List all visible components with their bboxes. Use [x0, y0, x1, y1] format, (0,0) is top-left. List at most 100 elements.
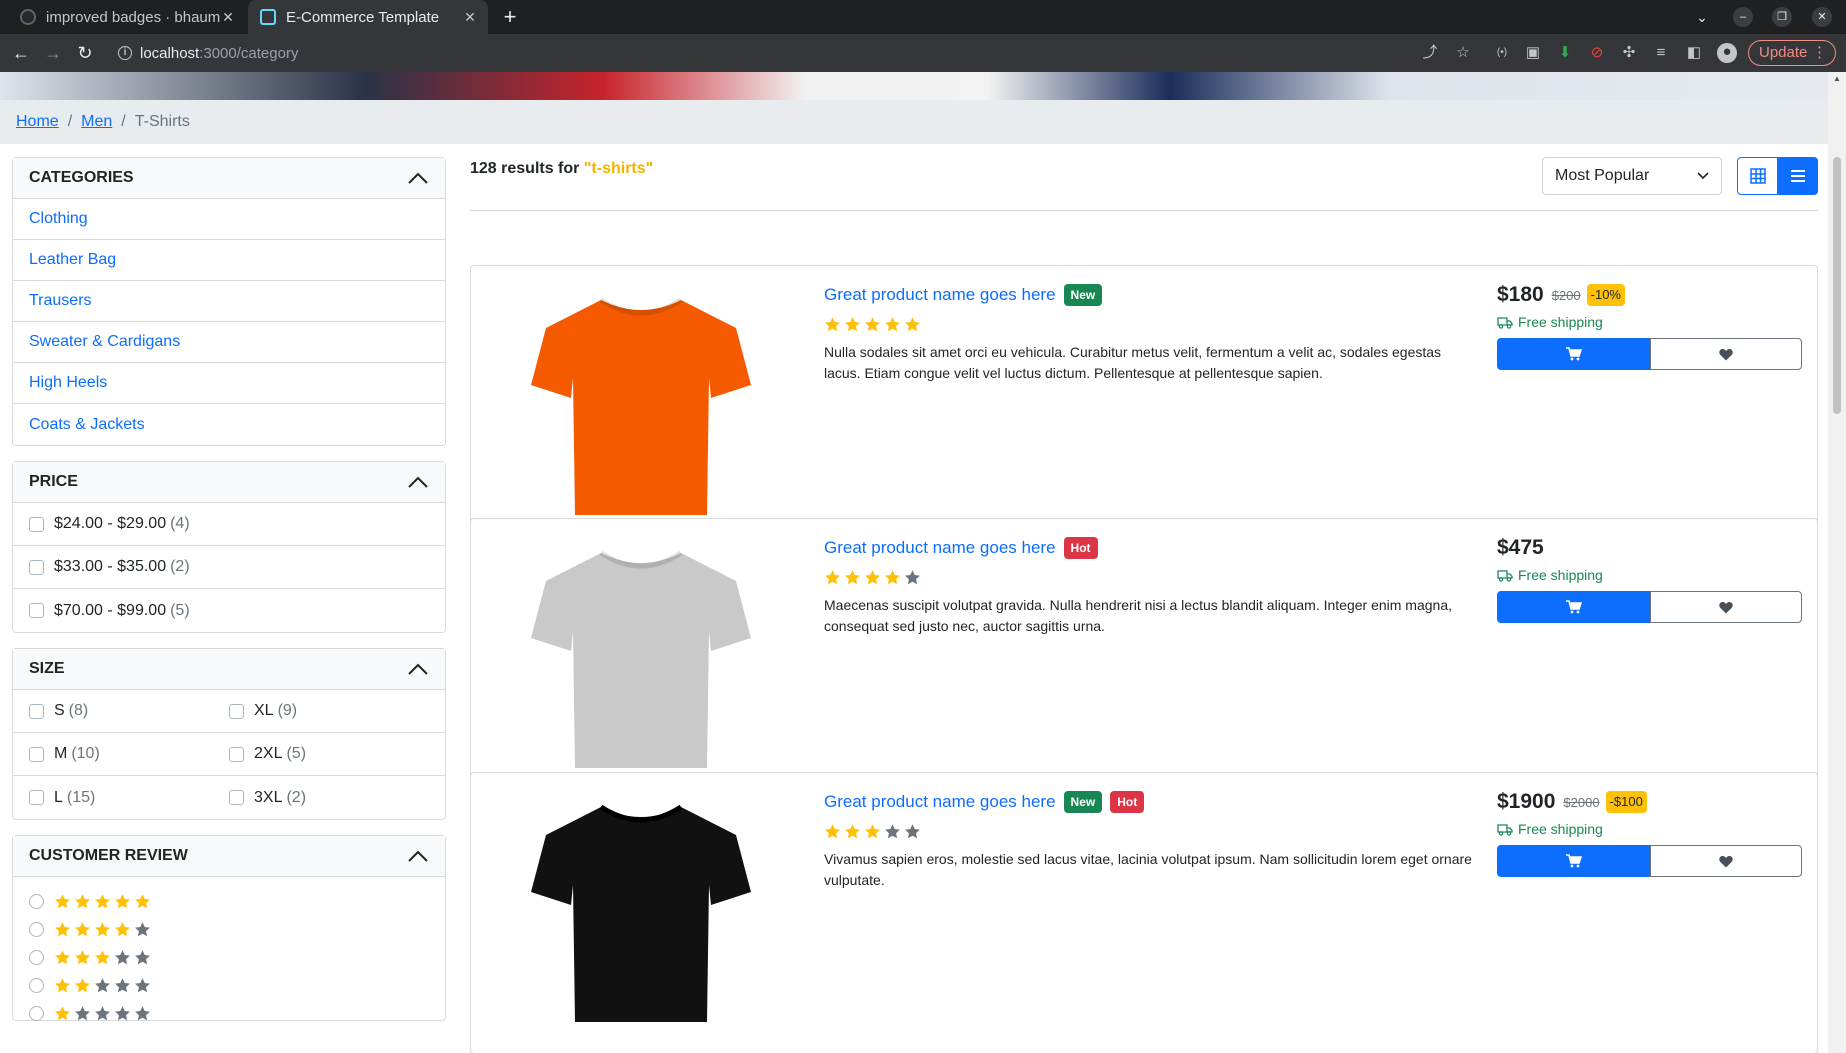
window-close-icon[interactable]: ✕	[1812, 7, 1832, 27]
scrollbar-thumb[interactable]	[1833, 157, 1841, 414]
wishlist-button[interactable]	[1650, 591, 1802, 623]
price-option[interactable]: $70.00 - $99.00 (5)	[13, 589, 445, 632]
product-image[interactable]	[531, 290, 751, 520]
size-row: L (15) 3XL (2)	[13, 776, 445, 819]
price-option[interactable]: $24.00 - $29.00 (4)	[13, 503, 445, 546]
size-checkbox[interactable]	[229, 790, 244, 805]
chevron-up-icon[interactable]	[407, 475, 429, 489]
star-filled-icon	[75, 921, 90, 936]
size-option[interactable]: 3XL (2)	[229, 789, 429, 807]
cart-icon	[1566, 347, 1582, 361]
review-radio[interactable]	[29, 893, 44, 909]
tab-search-icon[interactable]: ⌄	[1692, 7, 1712, 27]
review-option[interactable]	[13, 943, 445, 971]
price-checkbox[interactable]	[29, 603, 44, 618]
grid-view-button[interactable]	[1737, 157, 1778, 195]
review-radio[interactable]	[29, 977, 44, 993]
restore-icon[interactable]: ❐	[1772, 7, 1792, 27]
back-icon[interactable]: ←	[10, 42, 32, 64]
browser-tab-github[interactable]: improved badges · bhaum ✕	[8, 0, 246, 34]
chevron-up-icon[interactable]	[407, 662, 429, 676]
category-link[interactable]: Leather Bag	[13, 240, 445, 281]
size-option[interactable]: M (10)	[29, 745, 229, 763]
scrollbar[interactable]: ▲	[1828, 72, 1846, 1053]
adblock-icon[interactable]: ⊘	[1588, 44, 1606, 62]
url-text: localhost:3000/category	[140, 44, 299, 62]
new-badge: New	[1063, 791, 1103, 813]
old-price: $200	[1551, 287, 1581, 303]
size-checkbox[interactable]	[29, 790, 44, 805]
review-radio[interactable]	[29, 1005, 44, 1021]
categories-header[interactable]: CATEGORIES	[13, 158, 445, 199]
star-filled-icon	[135, 893, 150, 908]
breadcrumb-home[interactable]: Home	[16, 113, 59, 131]
star-filled-icon	[825, 316, 840, 331]
product-image[interactable]	[531, 797, 751, 1027]
product-name-link[interactable]: Great product name goes here	[824, 538, 1056, 558]
size-checkbox[interactable]	[229, 746, 244, 762]
bookmark-star-icon[interactable]: ☆	[1454, 44, 1472, 62]
category-link[interactable]: Clothing	[13, 199, 445, 240]
category-link[interactable]: Coats & Jackets	[13, 404, 445, 445]
review-option[interactable]	[13, 887, 445, 915]
size-checkbox[interactable]	[29, 746, 44, 762]
download-extension-icon[interactable]: ⬇	[1556, 44, 1574, 62]
close-tab-icon[interactable]: ✕	[220, 9, 236, 25]
category-link[interactable]: Sweater & Cardigans	[13, 322, 445, 363]
close-tab-icon[interactable]: ✕	[462, 9, 478, 25]
extension-icon[interactable]: ▣	[1524, 44, 1542, 62]
puzzle-icon[interactable]: ✣	[1620, 44, 1638, 62]
size-option[interactable]: L (15)	[29, 789, 229, 807]
review-option[interactable]	[13, 971, 445, 999]
heart-icon	[1719, 601, 1733, 613]
reload-icon[interactable]: ↻	[74, 42, 96, 64]
url-field[interactable]: i localhost:3000/category	[110, 39, 1400, 67]
review-radio[interactable]	[29, 921, 44, 937]
review-radio[interactable]	[29, 949, 44, 965]
star-filled-icon	[865, 569, 880, 584]
category-link[interactable]: Trausers	[13, 281, 445, 322]
price-checkbox[interactable]	[29, 559, 44, 575]
price-header[interactable]: PRICE	[13, 462, 445, 503]
product-name-link[interactable]: Great product name goes here	[824, 792, 1056, 812]
chevron-up-icon[interactable]	[407, 849, 429, 863]
add-to-cart-button[interactable]	[1497, 845, 1651, 877]
product-name-link[interactable]: Great product name goes here	[824, 285, 1056, 305]
update-button[interactable]: Update ⋮	[1748, 40, 1836, 66]
size-option[interactable]: XL (9)	[229, 702, 429, 720]
product-image[interactable]	[531, 543, 751, 773]
discount-badge: -$100	[1605, 791, 1647, 813]
review-option[interactable]	[13, 915, 445, 943]
side-panel-icon[interactable]: ◧	[1685, 44, 1703, 62]
list-view-button[interactable]	[1777, 157, 1818, 195]
chevron-up-icon[interactable]	[407, 171, 429, 185]
extension-icon[interactable]: (•)	[1493, 44, 1511, 62]
reading-list-icon[interactable]: ≡	[1652, 44, 1670, 62]
browser-tab-ecommerce[interactable]: E-Commerce Template ✕	[248, 0, 488, 34]
site-info-icon[interactable]: i	[118, 46, 132, 60]
review-filter-card: CUSTOMER REVIEW	[12, 835, 446, 1021]
scroll-up-icon[interactable]: ▲	[1833, 74, 1841, 83]
size-checkbox[interactable]	[229, 703, 244, 719]
breadcrumb-men[interactable]: Men	[81, 113, 112, 131]
add-to-cart-button[interactable]	[1497, 338, 1651, 370]
share-icon[interactable]: ⤴	[1421, 44, 1439, 62]
wishlist-button[interactable]	[1650, 338, 1802, 370]
heart-icon	[1719, 855, 1733, 867]
category-link[interactable]: High Heels	[13, 363, 445, 404]
sort-select[interactable]: Most Popular	[1542, 157, 1722, 195]
price-checkbox[interactable]	[29, 516, 44, 532]
price-option[interactable]: $33.00 - $35.00 (2)	[13, 546, 445, 589]
new-tab-icon[interactable]: +	[498, 5, 522, 29]
add-to-cart-button[interactable]	[1497, 591, 1651, 623]
size-header[interactable]: SIZE	[13, 649, 445, 690]
size-option[interactable]: 2XL (5)	[229, 745, 429, 763]
size-option[interactable]: S (8)	[29, 702, 229, 720]
size-checkbox[interactable]	[29, 703, 44, 719]
review-header[interactable]: CUSTOMER REVIEW	[13, 836, 445, 877]
wishlist-button[interactable]	[1650, 845, 1802, 877]
review-option[interactable]	[13, 999, 445, 1027]
forward-icon[interactable]: →	[42, 42, 64, 64]
profile-avatar-icon[interactable]: ●	[1717, 43, 1737, 63]
minimize-icon[interactable]: –	[1733, 7, 1753, 27]
